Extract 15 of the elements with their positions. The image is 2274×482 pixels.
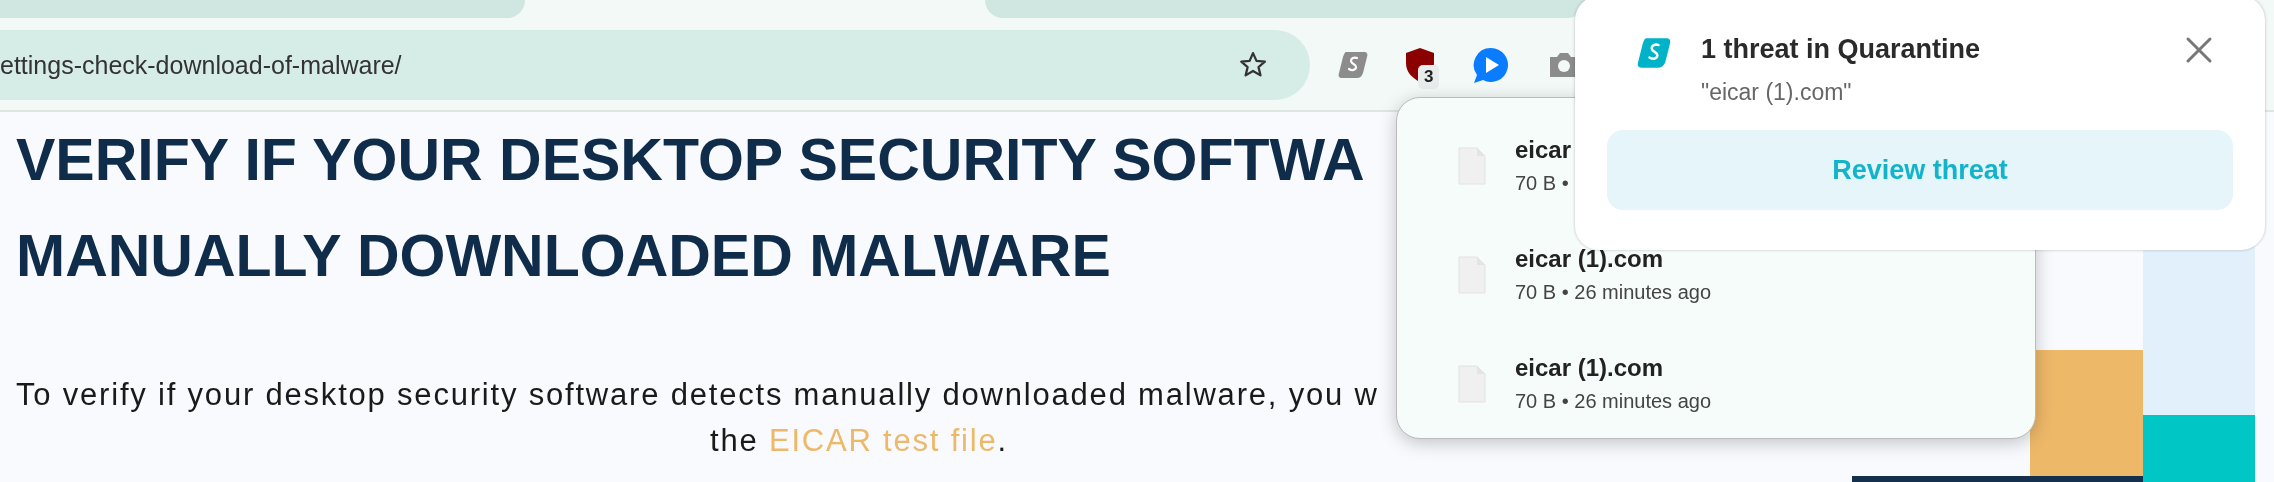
file-name: "eicar (1).com" — [1701, 79, 1852, 106]
headline-text: VERIFY IF YOUR DESKTOP SECURITY SOFTWA — [16, 126, 1365, 195]
file-name[interactable]: eicar (1).com — [1515, 354, 1664, 382]
headline-text: MANUALLY DOWNLOADED MALWARE — [16, 222, 1111, 291]
file-details: 70 B • 26 minutes ago — [1515, 390, 1711, 413]
file-name[interactable]: eicar — [1515, 136, 1572, 164]
url-text: ettings-check-download-of-malware/ — [0, 50, 403, 80]
paragraph-text: To verify if your desktop security software detects manually downloaded malware, you w — [16, 376, 1379, 414]
notification-title: 1 threat in Quarantine — [1701, 34, 1981, 65]
file-details: 70 B • — [1515, 172, 1569, 195]
address-bar[interactable]: ettings-check-download-of-malware/ — [0, 30, 1310, 100]
extension-badge: 3 — [1418, 65, 1440, 89]
file-details: 70 B • 26 minutes ago — [1515, 281, 1711, 304]
paragraph-text: the EICAR test file. — [710, 422, 1008, 460]
file-name[interactable]: eicar (1).com — [1515, 245, 1664, 273]
